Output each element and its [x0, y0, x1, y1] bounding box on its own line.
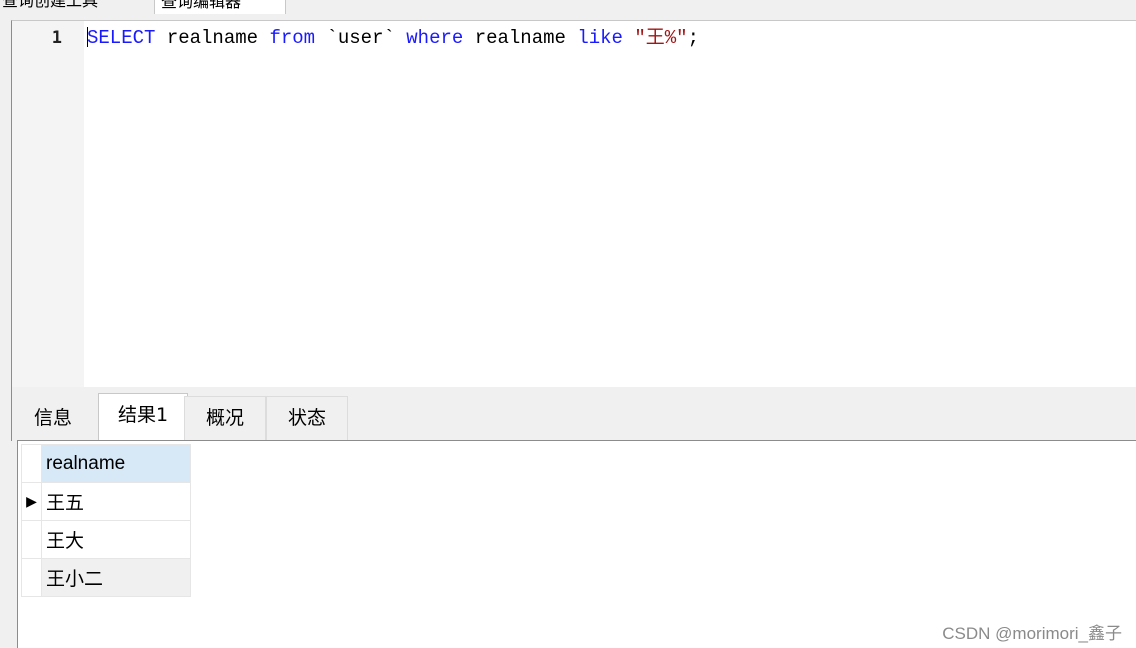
table-cell[interactable]: 王小二: [41, 558, 191, 597]
row-indicator: [21, 558, 42, 597]
tab-query-builder[interactable]: 查询创建工具: [0, 0, 152, 14]
code-terminator: ;: [687, 27, 699, 49]
tab-status[interactable]: 状态: [266, 396, 348, 441]
table-cell[interactable]: 王五: [41, 482, 191, 521]
keyword-where: where: [406, 27, 464, 49]
code-column: realname: [155, 27, 270, 49]
navicat-query-window: 查询创建工具 查询编辑器 1 SELECT realname from `use…: [0, 0, 1136, 648]
watermark: CSDN @morimori_鑫子: [942, 624, 1122, 643]
row-indicator: [21, 520, 42, 559]
tab-profile[interactable]: 概况: [184, 396, 266, 441]
line-number: 1: [51, 28, 62, 48]
table-cell[interactable]: 王大: [41, 520, 191, 559]
column-header-realname[interactable]: realname: [41, 444, 191, 483]
sql-code-line[interactable]: SELECT realname from `user` where realna…: [87, 25, 699, 51]
table-row[interactable]: 王小二: [21, 558, 191, 597]
tab-result-1[interactable]: 结果1: [98, 393, 188, 441]
result-grid: realname ▶ 王五 王大 王小二: [21, 444, 191, 597]
code-column: realname: [463, 27, 578, 49]
table-row[interactable]: 王大: [21, 520, 191, 559]
line-number-gutter: 1: [12, 21, 84, 387]
grid-header-row: realname: [21, 444, 191, 483]
keyword-from: from: [269, 27, 316, 49]
code-table: `user`: [315, 27, 407, 49]
current-row-arrow-icon: ▶: [21, 482, 42, 521]
result-tab-strip: 信息 结果1 概况 状态: [11, 387, 1136, 441]
sql-editor[interactable]: 1 SELECT realname from `user` where real…: [11, 20, 1136, 387]
tab-info[interactable]: 信息: [14, 396, 92, 441]
table-row[interactable]: ▶ 王五: [21, 482, 191, 521]
query-tab-strip: 查询创建工具 查询编辑器: [0, 0, 1136, 16]
keyword-select: SELECT: [87, 27, 156, 49]
row-indicator-header: [21, 444, 42, 483]
result-grid-area: realname ▶ 王五 王大 王小二: [17, 440, 1136, 648]
keyword-like: like: [577, 27, 623, 49]
tab-query-editor[interactable]: 查询编辑器: [154, 0, 286, 14]
string-literal: "王%": [634, 27, 688, 49]
